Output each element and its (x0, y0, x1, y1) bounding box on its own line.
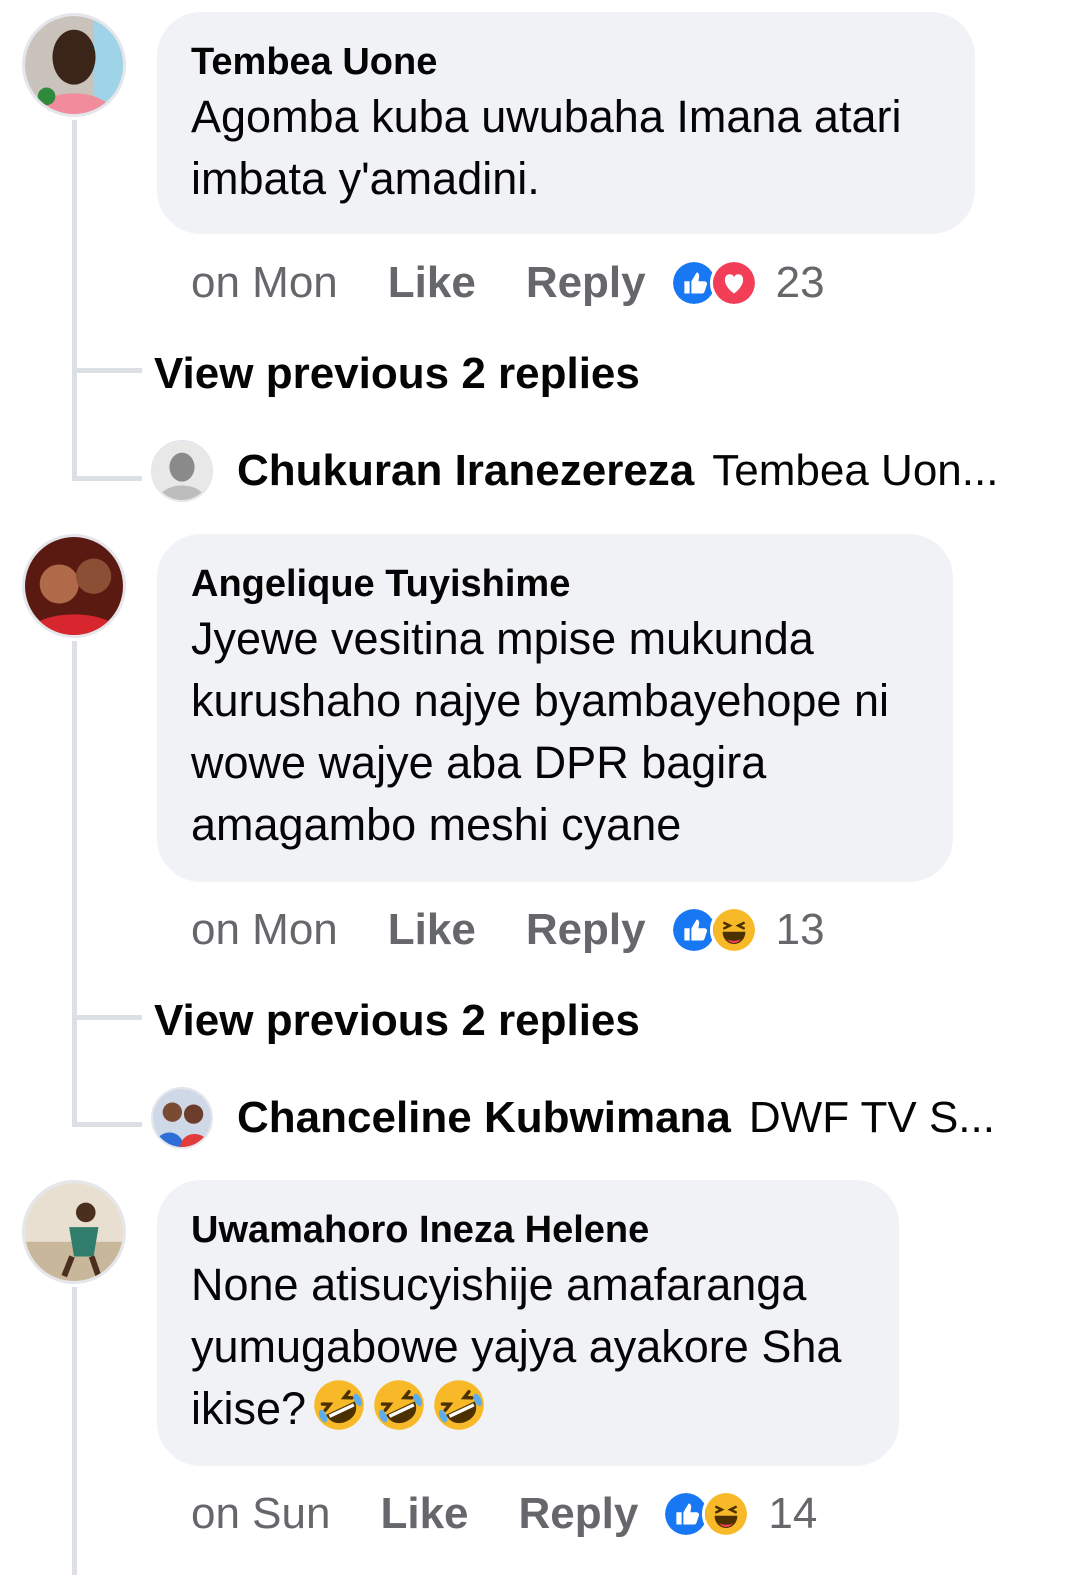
haha-icon (702, 1490, 751, 1538)
comment-timestamp[interactable]: on Mon (191, 905, 338, 955)
rofl-emoji (312, 1378, 366, 1432)
thread-line (72, 120, 77, 480)
reply-button[interactable]: Reply (526, 905, 646, 955)
comment-timestamp[interactable]: on Mon (191, 258, 338, 308)
thread-line (72, 641, 77, 1127)
rofl-emoji (372, 1378, 426, 1432)
comment-author[interactable]: Angelique Tuyishime (191, 560, 919, 608)
latest-reply[interactable]: Chukuran Iranezereza Tembea Uon... (151, 440, 998, 502)
avatar-reply-1[interactable] (151, 440, 213, 502)
reply-author[interactable]: Chukuran Iranezereza (237, 446, 694, 496)
thread-connector (72, 1122, 142, 1127)
comment-actions: on Sun Like Reply 14 (191, 1484, 817, 1544)
comment-bubble[interactable]: Uwamahoro Ineza Helene None atisucyishij… (157, 1180, 899, 1466)
reply-preview: DWF TV S... (748, 1093, 995, 1142)
comment-text: Jyewe vesitina mpise mukunda kurushaho n… (191, 613, 889, 850)
latest-reply[interactable]: Chanceline Kubwimana DWF TV S... (151, 1087, 995, 1149)
haha-icon (709, 906, 758, 954)
comment-actions: on Mon Like Reply 13 (191, 900, 825, 960)
reactions-summary[interactable] (662, 1490, 751, 1538)
reaction-count[interactable]: 14 (768, 1489, 817, 1539)
avatar-comment-1[interactable] (22, 13, 126, 117)
love-icon (709, 259, 758, 307)
like-button[interactable]: Like (380, 1489, 468, 1539)
rofl-emoji (432, 1378, 486, 1432)
reply-author[interactable]: Chanceline Kubwimana (237, 1093, 731, 1143)
reply-button[interactable]: Reply (526, 258, 646, 308)
reaction-count[interactable]: 13 (776, 905, 825, 955)
like-button[interactable]: Like (388, 905, 476, 955)
view-previous-replies[interactable]: View previous 2 replies (154, 349, 640, 399)
thread-connector (72, 368, 142, 373)
comment-text: Agomba kuba uwubaha Imana atari imbata y… (191, 91, 902, 204)
comment-author[interactable]: Tembea Uone (191, 38, 941, 86)
view-previous-replies[interactable]: View previous 2 replies (154, 996, 640, 1046)
comment-bubble[interactable]: Angelique Tuyishime Jyewe vesitina mpise… (157, 534, 953, 882)
reactions-summary[interactable] (669, 259, 758, 307)
reaction-count[interactable]: 23 (776, 258, 825, 308)
comment-actions: on Mon Like Reply 23 (191, 253, 825, 313)
thread-connector (72, 1015, 142, 1020)
avatar-reply-2[interactable] (151, 1087, 213, 1149)
reactions-summary[interactable] (669, 906, 758, 954)
reply-button[interactable]: Reply (519, 1489, 639, 1539)
comment-bubble[interactable]: Tembea Uone Agomba kuba uwubaha Imana at… (157, 12, 975, 234)
thread-line (72, 1287, 77, 1575)
like-button[interactable]: Like (388, 258, 476, 308)
avatar-comment-2[interactable] (22, 534, 126, 638)
comment-author[interactable]: Uwamahoro Ineza Helene (191, 1206, 865, 1254)
reply-preview: Tembea Uon... (712, 446, 999, 495)
comment-timestamp[interactable]: on Sun (191, 1489, 330, 1539)
avatar-comment-3[interactable] (22, 1180, 126, 1284)
thread-connector (72, 476, 142, 481)
comment-text: None atisucyishije amafaranga yumugabowe… (191, 1254, 865, 1440)
